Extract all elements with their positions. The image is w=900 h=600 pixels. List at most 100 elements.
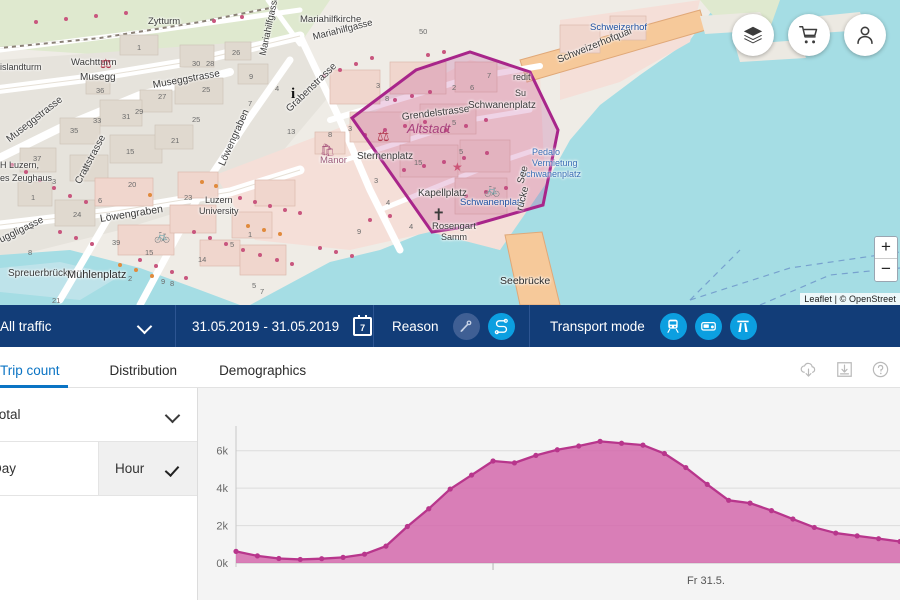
granularity-option-hour[interactable]: Hour [98, 442, 197, 495]
map-label: Musegg [80, 72, 116, 83]
map-label: Kapellplatz [418, 188, 467, 199]
granularity-selector: Day Hour [0, 442, 197, 496]
chart-data-point[interactable] [361, 551, 368, 557]
transport-car-toggle[interactable] [729, 312, 757, 340]
cart-button[interactable] [788, 14, 830, 56]
chart-data-point[interactable] [726, 497, 732, 503]
trip-count-chart[interactable]: 0k 2k 4k 6k Fr 31.5. [198, 388, 900, 600]
map-house-number: 25 [202, 85, 211, 94]
transport-bus-toggle[interactable] [694, 312, 722, 340]
bicycle-icon: 🚲 [484, 182, 501, 197]
chart-options-panel: Total Day Hour [0, 388, 198, 600]
chart-data-point[interactable] [426, 506, 432, 512]
tab-distribution[interactable]: Distribution [110, 363, 178, 387]
chart-data-point[interactable] [297, 556, 303, 563]
map-label: Zytturm [148, 16, 181, 27]
map-canvas[interactable]: Zytturm Wachtturm Musegg Museggstrasse islan… [0, 0, 900, 305]
map-house-number: 39 [112, 238, 121, 247]
map-house-number: 26 [232, 48, 241, 57]
transport-train-toggle[interactable] [659, 312, 687, 340]
bicycle-icon: 🚲 [154, 228, 171, 243]
chart-data-point[interactable] [854, 533, 860, 539]
map-house-number: 8 [170, 279, 175, 288]
map-house-number: 5 [252, 281, 257, 290]
route-icon [494, 318, 508, 334]
chart-y-tick-label: 6k [216, 446, 228, 458]
map-house-number: 4 [409, 222, 414, 231]
map-house-number: 30 [192, 59, 201, 68]
layers-button[interactable] [732, 14, 774, 56]
chart-data-point[interactable] [469, 472, 475, 478]
tab-bar: Trip count Distribution Demographics [0, 347, 900, 388]
chart-data-point[interactable] [233, 548, 239, 554]
zoom-in-button[interactable]: + [875, 237, 897, 259]
chart-data-point[interactable] [276, 555, 282, 562]
map-house-number: 8 [385, 94, 390, 103]
chart-data-point[interactable] [640, 442, 646, 448]
chart-data-point[interactable] [254, 553, 261, 559]
map-house-number: 4 [275, 84, 280, 93]
chart-data-point[interactable] [404, 523, 410, 530]
chart-data-point[interactable] [661, 450, 667, 457]
calendar-icon[interactable]: 7 [353, 314, 373, 336]
chart-data-point[interactable] [511, 460, 518, 466]
chart-data-point[interactable] [576, 443, 582, 449]
user-icon [857, 26, 873, 45]
map-label: Mühlenplatz [67, 269, 127, 281]
map-label: University [199, 206, 239, 216]
zoom-out-button[interactable]: − [875, 259, 897, 281]
map-house-number: 27 [158, 92, 167, 101]
map-house-number: 35 [70, 126, 79, 135]
chart-data-point[interactable] [768, 508, 775, 514]
map-house-number: 9 [161, 277, 166, 286]
tab-trip-count[interactable]: Trip count [0, 363, 68, 388]
map-house-number: 33 [93, 116, 102, 125]
aggregate-dropdown[interactable]: Total [0, 388, 197, 442]
chart-data-point[interactable] [490, 458, 496, 464]
map-label: Seebrücke [500, 275, 551, 287]
chart-data-point[interactable] [383, 543, 389, 549]
map-house-number: 25 [192, 115, 201, 124]
courthouse-icon: ⚖ [377, 128, 390, 144]
account-button[interactable] [844, 14, 886, 56]
chart-data-point[interactable] [790, 516, 796, 522]
map-house-number: 5 [85, 164, 90, 173]
chart-data-point[interactable] [811, 524, 817, 531]
chart-data-point[interactable] [319, 556, 325, 562]
chart-data-point[interactable] [704, 481, 710, 487]
cloud-download-icon[interactable] [799, 360, 818, 379]
chart-data-point[interactable] [618, 440, 625, 446]
map-house-number: 29 [135, 107, 144, 116]
osm-link[interactable]: © OpenStreet [840, 294, 896, 304]
map-label: Spreuerbrücke [8, 268, 74, 279]
map-house-number: 7 [248, 99, 253, 108]
chart-data-point[interactable] [554, 447, 560, 453]
chart-y-tick-label: 4k [216, 483, 228, 495]
help-icon[interactable] [871, 360, 890, 379]
chart-data-point[interactable] [875, 536, 882, 542]
chart-data-point[interactable] [597, 438, 603, 444]
map-label: es Zeughaus [0, 173, 53, 183]
chart-data-point[interactable] [747, 500, 753, 506]
leaflet-link[interactable]: Leaflet [804, 294, 832, 304]
map-house-number: 6 [470, 83, 475, 92]
map-label: Schwanenplatz [468, 100, 536, 111]
map-house-number: 3 [376, 81, 381, 90]
map-controls [732, 14, 886, 56]
reason-pin-toggle[interactable] [452, 312, 480, 340]
tray-download-icon[interactable] [835, 360, 854, 379]
map-house-number: 1 [137, 43, 142, 52]
date-range-picker[interactable]: 31.05.2019 - 31.05.2019 7 [176, 305, 374, 347]
tab-demographics[interactable]: Demographics [219, 363, 306, 387]
map-zoom-controls[interactable]: + − [874, 236, 898, 282]
chart-data-point[interactable] [833, 530, 839, 536]
granularity-option-day[interactable]: Day [0, 442, 98, 495]
chart-data-point[interactable] [340, 554, 346, 560]
chart-data-point[interactable] [533, 452, 539, 458]
train-icon [667, 319, 679, 333]
chart-data-point[interactable] [683, 464, 689, 471]
chart-data-point[interactable] [447, 486, 453, 492]
traffic-filter-dropdown[interactable]: All traffic [0, 305, 176, 347]
cart-icon [799, 26, 818, 44]
reason-route-toggle[interactable] [487, 312, 515, 340]
